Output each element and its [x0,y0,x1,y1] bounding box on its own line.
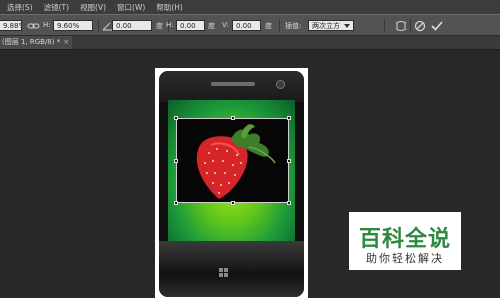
height-field[interactable]: 9.60% [53,20,93,31]
link-icon[interactable] [27,19,41,33]
hskew-field[interactable]: 0.00 [176,20,205,31]
close-icon[interactable]: × [63,38,69,46]
windows-logo-icon [219,268,229,278]
phone-bottom [159,241,304,297]
transform-handle[interactable] [231,201,235,205]
phone-camera [276,80,285,89]
separator [98,19,99,33]
commit-transform-icon[interactable] [430,19,444,33]
phone-screen [168,100,295,241]
document-tab-bar: (图层 1, RGB/8) * × [0,36,500,50]
separator [410,19,411,33]
menu-help[interactable]: 帮助(H) [156,2,183,13]
menu-filter[interactable]: 滤镜(T) [44,2,69,13]
transform-handle[interactable] [287,201,291,205]
transform-handle[interactable] [231,116,235,120]
separator [384,19,385,33]
hskew-unit: 度 [208,22,215,30]
phone-top [159,71,304,102]
watermark-title: 百科全说 [358,227,451,252]
document-tab-label: (图层 1, RGB/8) * [2,38,61,46]
menu-view[interactable]: 视图(V) [80,2,106,13]
interpolation-select[interactable]: 两次立方 [308,20,354,31]
cancel-transform-icon[interactable] [413,19,427,33]
vskew-unit: 度 [265,22,272,30]
strawberry-layer[interactable] [174,116,291,205]
chevron-down-icon [344,24,350,28]
angle-unit: 度 [156,22,163,30]
menu-select[interactable]: 选择(S) [7,2,33,13]
strawberry-image [196,124,276,199]
watermark: 百科全说 助你轻松解决 [349,212,461,270]
interpolation-label: 插值: [285,22,302,30]
transform-handle[interactable] [287,116,291,120]
transform-handle[interactable] [174,159,178,163]
transform-handle[interactable] [174,201,178,205]
menu-bar: 选择(S) 滤镜(T) 视图(V) 窗口(W) 帮助(H) [0,0,500,14]
transform-handle[interactable] [174,116,178,120]
phone-speaker [211,82,255,86]
interpolation-value: 两次立方 [312,22,340,30]
menu-window[interactable]: 窗口(W) [117,2,145,13]
height-label: H: [43,21,51,29]
document-tab[interactable]: (图层 1, RGB/8) * × [0,36,72,49]
document-canvas[interactable] [155,68,308,298]
separator [279,19,280,33]
width-field[interactable]: 9.88% [0,20,22,31]
vskew-label: V: [222,21,229,29]
hskew-label: H: [166,21,174,29]
watermark-subtitle: 助你轻松解决 [366,252,444,265]
transform-handle[interactable] [287,159,291,163]
warp-toggle-icon[interactable] [394,19,408,33]
vskew-field[interactable]: 0.00 [232,20,261,31]
angle-field[interactable]: 0.00 [112,20,152,31]
phone-image [159,71,304,297]
transform-options-bar: 9.88% H: 9.60% 0.00 度 H: 0.00 度 V: 0.00 … [0,14,500,36]
